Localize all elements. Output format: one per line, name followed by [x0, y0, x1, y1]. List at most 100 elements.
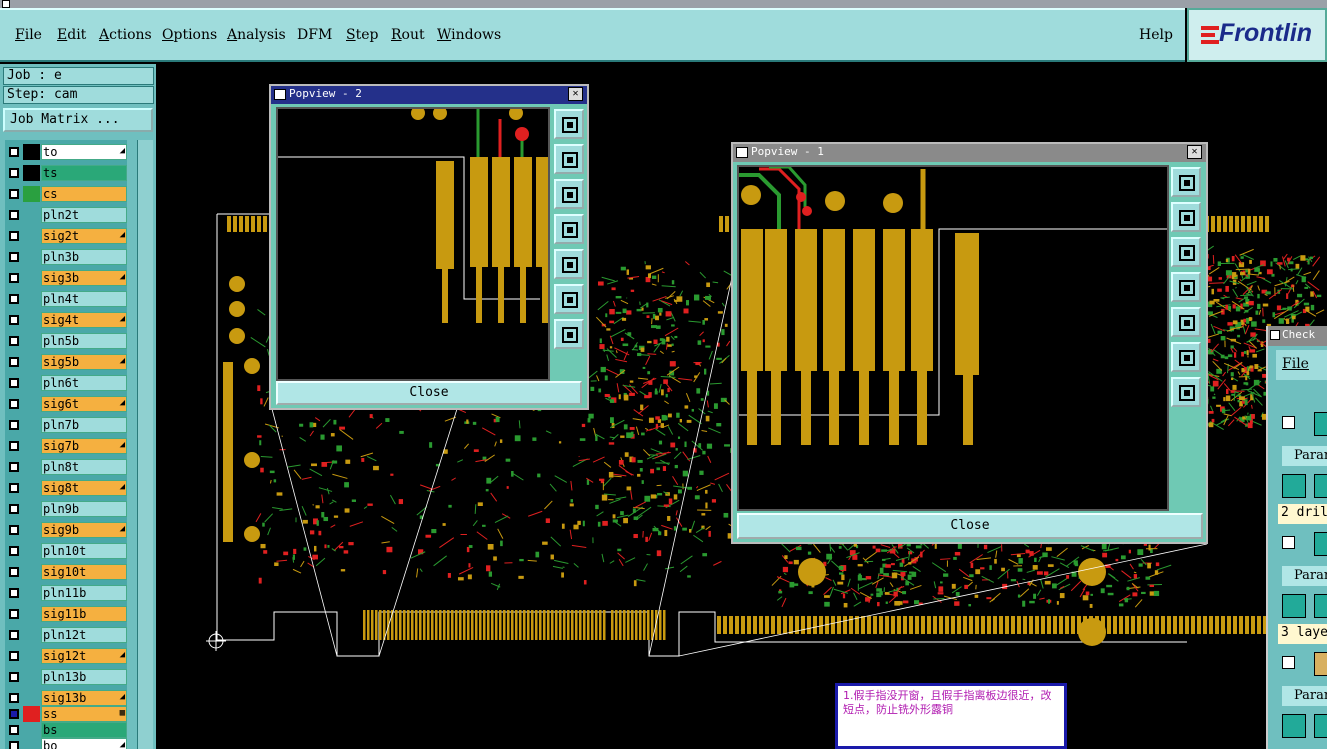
checklist-param-button[interactable]: Param	[1282, 446, 1327, 466]
checklist-param-button[interactable]: Param	[1282, 686, 1327, 706]
layer-color-swatch[interactable]	[23, 396, 40, 412]
layer-row-pln6t[interactable]: pln6t	[5, 375, 127, 391]
layer-checkbox[interactable]	[9, 588, 19, 598]
layer-color-swatch[interactable]	[23, 333, 40, 349]
layer-name[interactable]: sig12t	[41, 648, 127, 664]
layer-name[interactable]: bo	[41, 738, 127, 749]
menu-edit[interactable]: Edit	[57, 27, 86, 43]
layer-checkbox[interactable]	[9, 147, 19, 157]
layer-name[interactable]: sig2t	[41, 228, 127, 244]
layer-row-sig2t[interactable]: sig2t ◢	[5, 228, 127, 244]
layer-color-swatch[interactable]	[23, 690, 40, 706]
layer-name[interactable]: pln8t	[41, 459, 127, 475]
menu-windows[interactable]: Windows	[437, 27, 501, 43]
layer-name[interactable]: cs	[41, 186, 127, 202]
layer-color-swatch[interactable]	[23, 564, 40, 580]
layer-name[interactable]: sig11b	[41, 606, 127, 622]
layer-row-pln7b[interactable]: pln7b	[5, 417, 127, 433]
layer-color-swatch[interactable]	[23, 543, 40, 559]
layer-name[interactable]: sig7b	[41, 438, 127, 454]
layer-name[interactable]: pln11b	[41, 585, 127, 601]
layer-checkbox[interactable]	[9, 741, 19, 749]
layer-checkbox[interactable]	[9, 546, 19, 556]
layer-checkbox[interactable]	[9, 462, 19, 472]
layer-row-bo[interactable]: bo ◢	[5, 738, 127, 749]
layer-checkbox[interactable]	[9, 525, 19, 535]
layer-name[interactable]: pln2t	[41, 207, 127, 223]
popview-1-close-button[interactable]: Close	[737, 513, 1203, 539]
pan-left-icon[interactable]	[554, 214, 584, 244]
menu-file[interactable]: File	[15, 27, 42, 43]
layer-name[interactable]: pln12t	[41, 627, 127, 643]
layer-color-swatch[interactable]	[23, 669, 40, 685]
layer-color-swatch[interactable]	[23, 228, 40, 244]
layer-row-to[interactable]: to ◢	[5, 144, 127, 160]
layer-row-sig11b[interactable]: sig11b	[5, 606, 127, 622]
layer-color-swatch[interactable]	[23, 165, 40, 181]
layer-color-swatch[interactable]	[23, 438, 40, 454]
layer-row-sig7b[interactable]: sig7b ◢	[5, 438, 127, 454]
layer-checkbox[interactable]	[9, 504, 19, 514]
layer-row-sig6t[interactable]: sig6t ◢	[5, 396, 127, 412]
menu-help[interactable]: Help	[1139, 27, 1173, 43]
layer-row-sig12t[interactable]: sig12t ◢	[5, 648, 127, 664]
layer-checkbox[interactable]	[9, 420, 19, 430]
layer-row-cs[interactable]: cs	[5, 186, 127, 202]
window-menu-icon[interactable]	[274, 89, 286, 100]
layer-checkbox[interactable]	[9, 630, 19, 640]
layer-row-pln2t[interactable]: pln2t	[5, 207, 127, 223]
zoom-out-icon[interactable]	[554, 319, 584, 349]
layer-checkbox[interactable]	[9, 709, 19, 719]
menu-options[interactable]: Options	[162, 27, 217, 43]
menu-analysis[interactable]: Analysis	[227, 27, 286, 43]
close-icon[interactable]: ✕	[568, 87, 583, 101]
layer-name[interactable]: pln6t	[41, 375, 127, 391]
layer-row-sig5b[interactable]: sig5b ◢	[5, 354, 127, 370]
layer-row-pln11b[interactable]: pln11b	[5, 585, 127, 601]
layer-row-sig8t[interactable]: sig8t ◢	[5, 480, 127, 496]
layer-color-swatch[interactable]	[23, 207, 40, 223]
layer-checkbox[interactable]	[9, 294, 19, 304]
zoom-fit-icon[interactable]	[1171, 167, 1201, 197]
pan-right-icon[interactable]	[1171, 307, 1201, 337]
run-icon[interactable]	[1314, 594, 1327, 618]
layer-color-swatch[interactable]	[23, 270, 40, 286]
layer-row-pln10t[interactable]: pln10t	[5, 543, 127, 559]
checklist-menu-file[interactable]: File	[1276, 350, 1327, 380]
layer-name[interactable]: ss	[41, 706, 127, 722]
layer-color-swatch[interactable]	[23, 459, 40, 475]
run-icon[interactable]	[1314, 474, 1327, 498]
run-icon[interactable]	[1282, 474, 1306, 498]
layer-name[interactable]: pln5b	[41, 333, 127, 349]
layer-checkbox[interactable]	[9, 315, 19, 325]
layer-checkbox[interactable]	[9, 378, 19, 388]
run-icon[interactable]	[1314, 714, 1327, 738]
checklist-action-icon[interactable]	[1314, 532, 1327, 556]
popview-2-viewport[interactable]	[276, 107, 550, 381]
checklist-line[interactable]: 3 laye	[1278, 624, 1327, 644]
layer-color-swatch[interactable]	[23, 522, 40, 538]
layer-row-pln3b[interactable]: pln3b	[5, 249, 127, 265]
layer-color-swatch[interactable]	[23, 354, 40, 370]
layer-name[interactable]: bs	[41, 722, 127, 738]
layer-color-swatch[interactable]	[23, 501, 40, 517]
layer-checkbox[interactable]	[9, 252, 19, 262]
zoom-in-icon[interactable]	[1171, 342, 1201, 372]
pan-up-icon[interactable]	[554, 144, 584, 174]
window-menu-icon[interactable]	[736, 147, 748, 158]
layer-checkbox[interactable]	[9, 357, 19, 367]
layer-name[interactable]: sig3b	[41, 270, 127, 286]
checklist-item-checkbox[interactable]	[1282, 656, 1295, 669]
layer-color-swatch[interactable]	[23, 375, 40, 391]
layer-checkbox[interactable]	[9, 336, 19, 346]
layer-row-ts[interactable]: ts	[5, 165, 127, 181]
layer-name[interactable]: pln13b	[41, 669, 127, 685]
menu-dfm[interactable]: DFM	[297, 27, 332, 43]
layer-name[interactable]: sig6t	[41, 396, 127, 412]
checklist-action-icon[interactable]	[1314, 412, 1327, 436]
layer-name[interactable]: sig10t	[41, 564, 127, 580]
layer-row-sig3b[interactable]: sig3b ◢	[5, 270, 127, 286]
layer-color-swatch[interactable]	[23, 627, 40, 643]
layer-color-swatch[interactable]	[23, 144, 40, 160]
layer-name[interactable]: pln4t	[41, 291, 127, 307]
